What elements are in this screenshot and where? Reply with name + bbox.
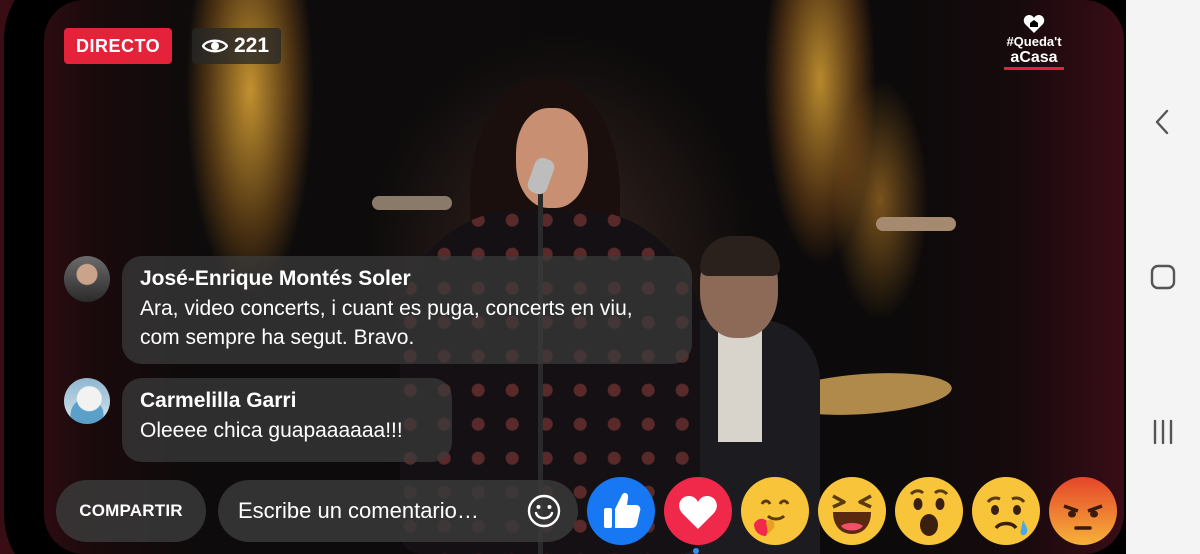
comment-text: Oleeee chica guapaaaaaa!!!	[140, 419, 403, 442]
love-reaction-button[interactable]	[663, 476, 733, 546]
eye-icon	[202, 39, 228, 53]
comment-text: Ara, video concerts, i cuant es puga, co…	[140, 297, 633, 349]
home-icon	[1150, 264, 1176, 290]
viewer-count-value: 221	[234, 34, 270, 57]
wow-reaction-button[interactable]	[894, 476, 964, 546]
sad-reaction-button[interactable]	[971, 476, 1041, 546]
microphone	[876, 217, 956, 231]
comment-bubble[interactable]: Carmelilla Garri Oleeee chica guapaaaaaa…	[122, 378, 452, 462]
share-button[interactable]: COMPARTIR	[56, 480, 206, 542]
comment-author[interactable]: José-Enrique Montés Soler	[140, 266, 672, 292]
comment-placeholder[interactable]: Escribe un comentario…	[238, 498, 526, 524]
comment-bubble[interactable]: José-Enrique Montés Soler Ara, video con…	[122, 256, 692, 364]
brand-logo: #Queda't aCasa	[996, 14, 1072, 70]
android-navigation-bar	[1126, 0, 1200, 554]
microphone	[372, 196, 452, 210]
home-button[interactable]	[1143, 257, 1183, 297]
back-button[interactable]	[1143, 102, 1183, 142]
selected-indicator	[693, 548, 699, 554]
comment[interactable]: Carmelilla Garri Oleeee chica guapaaaaaa…	[64, 378, 452, 462]
avatar[interactable]	[64, 378, 110, 424]
hugging-face-icon	[741, 477, 809, 545]
surprised-face-icon	[895, 477, 963, 545]
drummer-shirt	[718, 322, 762, 442]
drummer-hair	[700, 236, 780, 276]
singer-face	[516, 108, 588, 208]
heart-icon	[664, 477, 732, 545]
brand-line1: #Queda't	[1006, 34, 1062, 49]
viewer-count: 221	[192, 28, 282, 64]
brand-line2: aCasa	[1010, 49, 1058, 66]
care-reaction-button[interactable]	[740, 476, 810, 546]
live-badge: DIRECTO	[64, 28, 173, 64]
thumbs-up-icon	[587, 477, 655, 545]
angry-reaction-button[interactable]	[1048, 476, 1118, 546]
comment-input[interactable]: Escribe un comentario…	[218, 480, 578, 542]
comment[interactable]: José-Enrique Montés Soler Ara, video con…	[64, 256, 692, 364]
live-video[interactable]: DIRECTO 221 #Queda't aCasa José-Enrique …	[0, 0, 1126, 554]
comment-author[interactable]: Carmelilla Garri	[140, 388, 432, 414]
smiley-icon[interactable]	[526, 493, 562, 529]
heart-home-icon	[1023, 15, 1045, 33]
back-icon	[1155, 109, 1169, 135]
brand-underline	[1004, 67, 1064, 70]
crying-face-icon	[972, 477, 1040, 545]
angry-face-icon	[1049, 477, 1117, 545]
laughing-face-icon	[818, 477, 886, 545]
recents-button[interactable]	[1143, 412, 1183, 452]
haha-reaction-button[interactable]	[817, 476, 887, 546]
avatar[interactable]	[64, 256, 110, 302]
recents-icon	[1153, 419, 1173, 445]
like-reaction-button[interactable]	[586, 476, 656, 546]
